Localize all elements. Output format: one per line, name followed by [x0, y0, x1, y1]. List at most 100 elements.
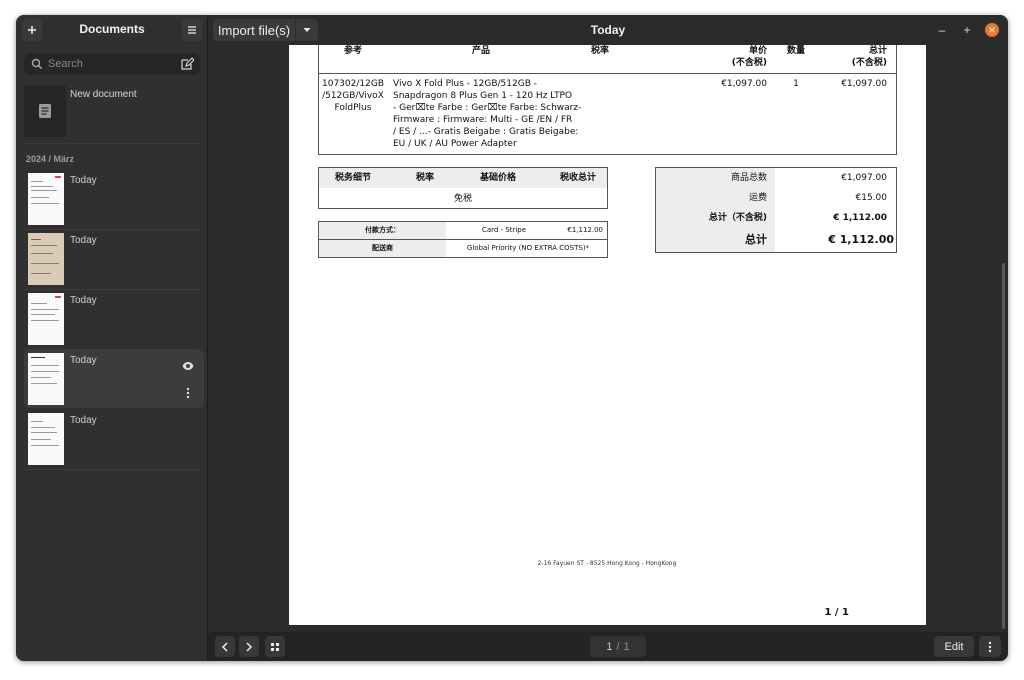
new-document-thumbnail — [24, 85, 66, 137]
previous-page-button[interactable] — [215, 636, 235, 657]
col-tax-rate: 税率 — [590, 46, 609, 56]
payment-method-label: 付款方式： — [365, 226, 400, 234]
document-date: Today — [70, 175, 97, 186]
total-pages: 1 — [623, 640, 630, 653]
thumbnail-line — [31, 371, 59, 372]
line-product-6: EU / UK / AU Power Adapter — [393, 139, 517, 149]
thumbnail-line — [31, 245, 57, 246]
thumbnail-line — [31, 181, 43, 182]
shipping-value: €15.00 — [855, 193, 888, 203]
maximize-button[interactable]: + — [960, 23, 974, 37]
company-address: 2-16 Fayuen ST - 8525 Hong Kong - HongKo… — [537, 560, 677, 567]
col-total: 总计 — [868, 46, 887, 56]
page-number: 1 / 1 — [824, 607, 849, 618]
thumbnail-line — [31, 445, 59, 446]
more-vertical-icon — [988, 641, 992, 652]
document-list-item[interactable]: Today — [24, 230, 204, 288]
next-page-button[interactable] — [239, 636, 259, 657]
add-button[interactable] — [22, 19, 42, 41]
thumbnail-line — [31, 190, 57, 191]
main-header: Import file(s) Today – + × — [208, 15, 1008, 45]
plus-icon — [28, 26, 36, 34]
line-total: €1,097.00 — [841, 79, 887, 89]
thumbnail-line — [31, 239, 41, 240]
document-list-item[interactable]: Today — [24, 170, 204, 228]
sidebar-divider — [24, 143, 200, 144]
grid-icon — [271, 642, 279, 651]
document-viewer[interactable]: 参考 产品 税率 单价 (不含税) 数量 总计 (不含税) 107302/12G… — [208, 45, 1008, 632]
tax-col-total: 税收总计 — [559, 173, 596, 183]
document-date: Today — [70, 355, 97, 366]
thumbnail-line — [31, 263, 59, 264]
import-files-label: Import file(s) — [217, 22, 291, 38]
footer-toolbar: 1 / 1 Edit — [208, 632, 1008, 661]
shipping-label: 运费 — [748, 193, 767, 203]
line-product-2: Snapdragon 8 Plus Gen 1 - 120 Hz LTPO — [393, 91, 573, 101]
thumbnail-line — [31, 320, 59, 321]
thumbnail-line — [31, 439, 51, 440]
thumbnail-mark — [55, 296, 61, 298]
thumbnail-line — [31, 186, 53, 187]
thumbnail-line — [31, 427, 55, 428]
line-ref-1: 107302/12GB — [322, 79, 384, 89]
line-product-3: - Ger⌧te Farbe : Ger⌧te Farbe: Schwarz- — [393, 103, 582, 113]
search-field[interactable] — [24, 53, 200, 75]
document-list-item[interactable]: Today — [24, 410, 204, 468]
col-unit-price: 单价 — [748, 46, 767, 56]
subtotal-label: 总计（不含税) — [708, 213, 767, 223]
thumbnail-line — [31, 377, 51, 378]
vertical-scrollbar[interactable] — [1002, 263, 1005, 629]
carrier-label: 配送商 — [372, 244, 393, 252]
thumbnail-line — [31, 253, 53, 254]
thumbnail-mark — [55, 176, 61, 178]
document-list-item[interactable]: Today — [24, 290, 204, 348]
document-list-item-selected[interactable]: Today — [24, 350, 204, 408]
document-thumbnail — [28, 173, 64, 225]
close-icon: × — [988, 23, 996, 37]
search-input[interactable] — [48, 55, 168, 73]
col-product: 产品 — [471, 46, 490, 56]
line-product-4: Firmware : Firmware: Multi - GE /EN / FR — [393, 115, 573, 125]
group-label: 2024 / März — [26, 154, 75, 164]
col-qty: 数量 — [786, 46, 805, 56]
grid-view-button[interactable] — [265, 636, 285, 657]
footer-more-button[interactable] — [979, 636, 1001, 657]
new-document-card[interactable]: New document — [24, 85, 200, 141]
main-menu-button[interactable] — [182, 19, 202, 41]
tax-col-base: 基础价格 — [479, 173, 516, 183]
line-ref-3: FoldPlus — [334, 103, 372, 113]
page-indicator[interactable]: 1 / 1 — [590, 636, 646, 657]
col-total-sub: (不含税) — [851, 58, 887, 68]
edit-icon[interactable] — [180, 57, 194, 71]
thumbnail-line — [31, 197, 49, 198]
new-document-label: New document — [70, 89, 137, 100]
sidebar-title: Documents — [79, 22, 145, 36]
edit-button[interactable]: Edit — [934, 636, 974, 657]
line-ref-2: /512GB/VivoX — [322, 91, 384, 101]
chevron-down-icon — [303, 28, 311, 32]
payment-row-rule — [319, 239, 607, 240]
subtotal-value: € 1,112.00 — [833, 213, 887, 223]
thumbnail-line — [31, 314, 55, 315]
carrier-value: Global Priority (NO EXTRA COSTS)* — [466, 244, 590, 252]
grand-total-value: € 1,112.00 — [828, 233, 894, 246]
payment-method-value: Card - Stripe — [481, 226, 527, 234]
close-button[interactable]: × — [985, 23, 999, 37]
thumbnail-line — [31, 309, 59, 310]
line-product-5: / ES / ...- Gratis Beigabe : Gratis Beig… — [393, 127, 579, 137]
thumbnail-line — [31, 303, 47, 304]
minimize-button[interactable]: – — [935, 23, 949, 37]
import-dropdown-button[interactable] — [296, 19, 318, 41]
thumbnail-line — [31, 421, 43, 422]
app-window: Documents New document 2024 / März — [16, 15, 1008, 661]
document-thumbnail — [28, 413, 64, 465]
window-title: Today — [590, 23, 626, 37]
import-files-button[interactable]: Import file(s) — [213, 19, 295, 41]
grand-total-label: 总计 — [745, 233, 767, 246]
preview-eye-icon[interactable] — [182, 360, 194, 372]
items-total-value: €1,097.00 — [841, 173, 887, 183]
thumbnail-line — [31, 383, 57, 384]
more-options-icon[interactable] — [184, 387, 192, 399]
line-unit-price: €1,097.00 — [721, 79, 767, 89]
col-unit-price-sub: (不含税) — [731, 58, 767, 68]
